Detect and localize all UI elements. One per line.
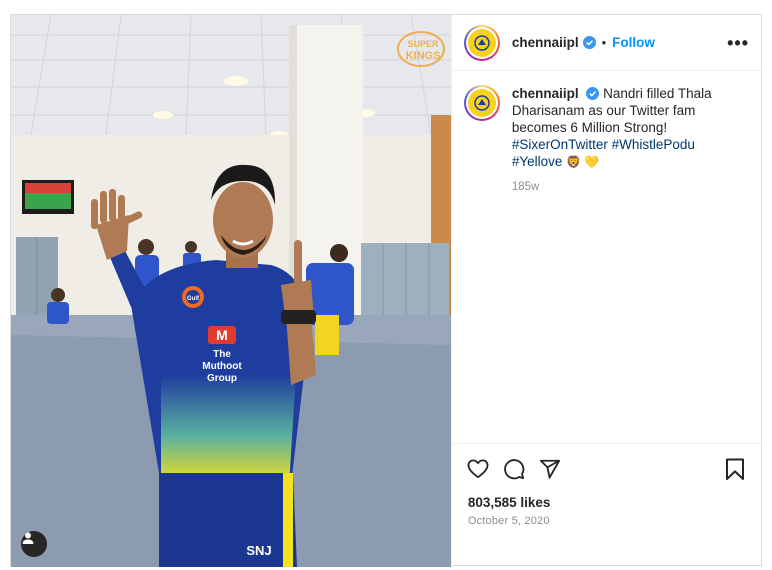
likes-count[interactable]: 803,585 likes xyxy=(452,493,761,510)
photo-illustration: Gulf M The Muthoot Group SNJ SUPER KINGS xyxy=(11,15,451,567)
caption: chennaiipl Nandri filled Thala Dharisana… xyxy=(452,71,761,443)
avatar[interactable] xyxy=(463,24,500,61)
post-date[interactable]: October 5, 2020 xyxy=(452,510,761,527)
share-icon xyxy=(539,459,560,479)
caption-username[interactable]: chennaiipl xyxy=(512,86,579,101)
verified-badge-icon xyxy=(586,87,600,100)
separator-dot: • xyxy=(601,35,607,50)
like-button[interactable] xyxy=(466,457,490,481)
caption-avatar[interactable] xyxy=(463,85,500,121)
watermark-line2: KINGS xyxy=(406,50,441,62)
bottom-spacer xyxy=(452,527,761,567)
verified-badge-icon xyxy=(582,36,596,49)
save-button[interactable] xyxy=(723,457,747,481)
hashtag-link[interactable]: #Yellove xyxy=(512,154,563,169)
svg-text:M: M xyxy=(216,327,228,343)
watermark-line1: SUPER xyxy=(407,39,439,49)
user-tag-button[interactable] xyxy=(21,531,47,557)
jersey-sponsor-line1: The xyxy=(213,349,231,360)
shorts-text: SNJ xyxy=(246,543,271,558)
caption-age[interactable]: 185w xyxy=(512,179,738,196)
hashtag-link[interactable]: #WhistlePodu xyxy=(612,137,695,152)
action-bar xyxy=(451,443,761,493)
jersey-chest-logo: Gulf xyxy=(187,296,200,302)
post-side-panel: chennaiipl • Follow ••• chennaiipl Nandr… xyxy=(450,15,761,567)
header-username[interactable]: chennaiipl xyxy=(512,35,579,50)
jersey-sponsor-line3: Group xyxy=(207,373,237,384)
share-button[interactable] xyxy=(538,457,562,481)
bookmark-icon xyxy=(726,458,744,480)
more-options-icon[interactable]: ••• xyxy=(727,34,749,52)
team-logo-icon xyxy=(474,34,490,51)
caption-body: chennaiipl Nandri filled Thala Dharisana… xyxy=(512,85,738,443)
post-header: chennaiipl • Follow ••• xyxy=(451,15,761,71)
follow-button[interactable]: Follow xyxy=(612,35,655,50)
caption-emojis: 🦁 💛 xyxy=(566,155,600,169)
heart-icon xyxy=(467,458,489,478)
user-tag-icon xyxy=(22,532,34,544)
post-photo[interactable]: Gulf M The Muthoot Group SNJ SUPER KINGS xyxy=(11,15,451,567)
jersey-sponsor-line2: Muthoot xyxy=(202,361,242,372)
instagram-post: Gulf M The Muthoot Group SNJ SUPER KINGS xyxy=(10,14,762,567)
comment-button[interactable] xyxy=(502,457,526,481)
hashtag-link[interactable]: #SixerOnTwitter xyxy=(512,137,608,152)
team-logo-icon xyxy=(474,95,490,111)
comment-icon xyxy=(503,458,525,479)
